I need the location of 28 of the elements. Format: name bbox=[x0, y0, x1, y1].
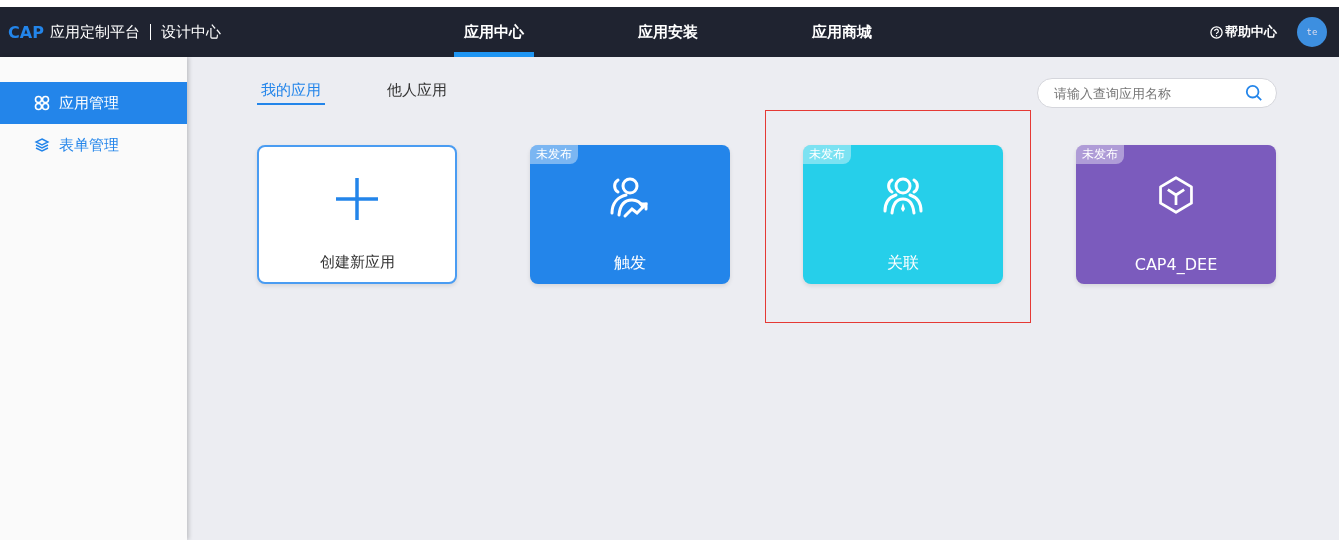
nav-tab[interactable]: 应用安装 bbox=[628, 7, 708, 57]
app-card[interactable]: 未发布 CAP4_DEE bbox=[1076, 145, 1276, 284]
logo-text: CAP bbox=[8, 22, 44, 42]
layers-icon bbox=[34, 137, 50, 153]
card-title: 触发 bbox=[614, 253, 646, 274]
tab[interactable]: 他人应用 bbox=[383, 81, 451, 105]
sidebar-item[interactable]: 应用管理 bbox=[0, 82, 187, 124]
app-card[interactable]: 未发布 触发 bbox=[530, 145, 730, 284]
search-field[interactable]: 请输入查询应用名称 bbox=[1037, 78, 1277, 108]
card-title: 关联 bbox=[887, 253, 919, 274]
card-title: CAP4_DEE bbox=[1134, 255, 1218, 274]
nav-tab[interactable]: 应用商城 bbox=[802, 7, 882, 57]
user-avatar[interactable]: te bbox=[1297, 17, 1327, 47]
tab[interactable]: 我的应用 bbox=[257, 81, 325, 105]
card-title: 创建新应用 bbox=[319, 253, 395, 272]
plus-icon bbox=[335, 177, 379, 221]
create-app-card[interactable]: 创建新应用 bbox=[257, 145, 457, 284]
platform-title: 应用定制平台 bbox=[49, 22, 140, 42]
cube-icon bbox=[1156, 175, 1196, 215]
search-icon bbox=[1245, 84, 1263, 102]
help-icon bbox=[1210, 25, 1223, 39]
help-link[interactable]: 帮助中心 bbox=[1210, 23, 1277, 41]
status-badge: 未发布 bbox=[803, 145, 851, 164]
sidebar-item[interactable]: 表单管理 bbox=[0, 124, 187, 166]
section-title: 设计中心 bbox=[160, 22, 221, 42]
status-badge: 未发布 bbox=[530, 145, 578, 164]
status-badge: 未发布 bbox=[1076, 145, 1124, 164]
grid-icon bbox=[34, 95, 50, 111]
